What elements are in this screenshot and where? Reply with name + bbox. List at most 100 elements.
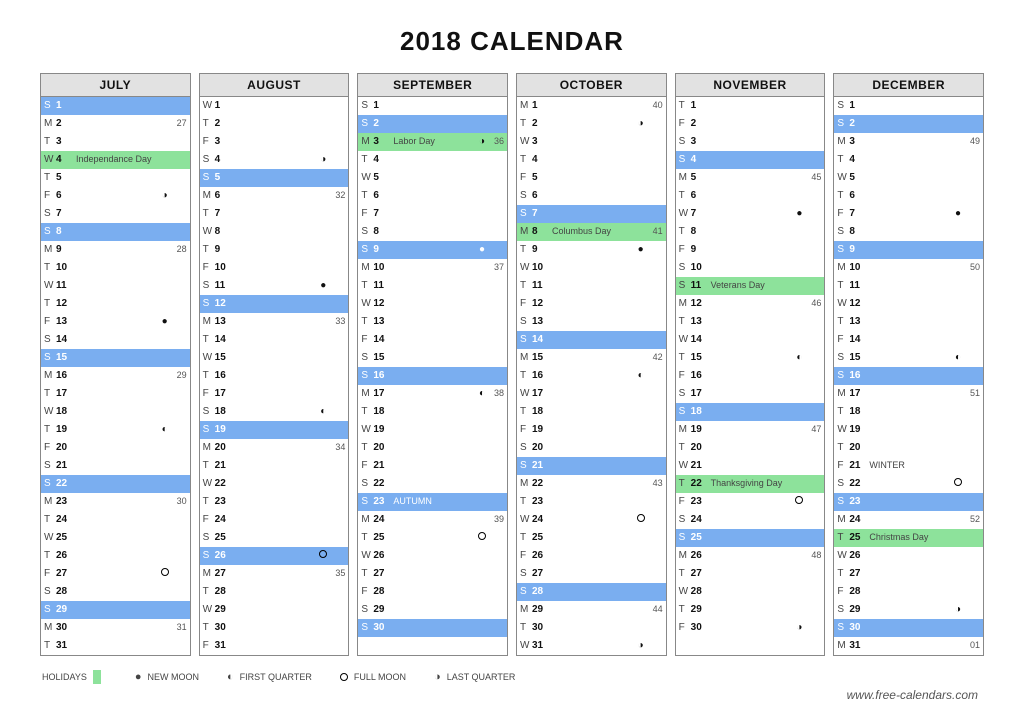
last-quarter-icon: ◑: [434, 671, 441, 683]
day-number: 30: [56, 623, 74, 633]
day-of-week: T: [44, 551, 56, 561]
day-of-week: F: [44, 191, 56, 201]
day-of-week: S: [44, 479, 56, 489]
moon-phase-icon: ◑: [952, 605, 964, 615]
day-row: T4: [517, 151, 666, 169]
week-number: 46: [805, 299, 821, 308]
day-of-week: S: [361, 245, 373, 255]
day-row: W26: [358, 547, 507, 565]
day-of-week: M: [679, 425, 691, 435]
day-of-week: S: [837, 101, 849, 111]
day-row: T4: [834, 151, 983, 169]
day-number: 7: [532, 209, 550, 219]
day-row: T4: [358, 151, 507, 169]
day-number: 18: [849, 407, 867, 417]
day-row: W10: [517, 259, 666, 277]
day-row: T3: [41, 133, 190, 151]
day-number: 30: [373, 623, 391, 633]
day-label: Independance Day: [74, 155, 159, 164]
day-of-week: M: [44, 497, 56, 507]
day-row: M1751: [834, 385, 983, 403]
day-row: S8: [834, 223, 983, 241]
day-number: 10: [691, 263, 709, 273]
day-of-week: T: [520, 155, 532, 165]
week-number: 30: [171, 497, 187, 506]
day-of-week: F: [837, 587, 849, 597]
day-of-week: T: [679, 227, 691, 237]
day-number: 8: [532, 227, 550, 237]
day-of-week: S: [837, 245, 849, 255]
day-number: 23: [691, 497, 709, 507]
day-of-week: S: [679, 281, 691, 291]
day-number: 2: [849, 119, 867, 129]
day-of-week: W: [361, 299, 373, 309]
day-row: S7: [517, 205, 666, 223]
day-of-week: S: [44, 335, 56, 345]
day-row: F26: [517, 547, 666, 565]
day-row: W29: [200, 601, 349, 619]
day-row: S26: [200, 547, 349, 565]
day-row: T27: [358, 565, 507, 583]
day-number: 11: [373, 281, 391, 291]
moon-phase-icon: ◑: [793, 623, 805, 633]
day-row: S1: [358, 97, 507, 115]
day-number: 11: [56, 281, 74, 291]
day-of-week: T: [679, 101, 691, 111]
new-moon-icon: ●: [135, 671, 142, 683]
day-number: 20: [215, 443, 233, 453]
day-row: F5: [517, 169, 666, 187]
day-label: Columbus Day: [550, 227, 635, 236]
day-of-week: S: [520, 569, 532, 579]
day-of-week: M: [44, 245, 56, 255]
day-number: 29: [373, 605, 391, 615]
day-number: 24: [691, 515, 709, 525]
day-row: W5: [358, 169, 507, 187]
day-row: S2: [358, 115, 507, 133]
day-row: F31: [200, 637, 349, 655]
day-row: S16: [358, 367, 507, 385]
day-row: T13: [834, 313, 983, 331]
day-row: S20: [517, 439, 666, 457]
day-of-week: S: [44, 101, 56, 111]
day-row: W12: [358, 295, 507, 313]
day-of-week: S: [44, 353, 56, 363]
day-of-week: W: [203, 101, 215, 111]
day-number: 20: [532, 443, 550, 453]
day-number: 14: [691, 335, 709, 345]
day-of-week: S: [361, 479, 373, 489]
day-row: S16: [834, 367, 983, 385]
day-label: Christmas Day: [867, 533, 952, 542]
day-of-week: S: [520, 443, 532, 453]
day-number: 26: [56, 551, 74, 561]
day-row: M2243: [517, 475, 666, 493]
day-number: 8: [373, 227, 391, 237]
day-number: 29: [56, 605, 74, 615]
day-number: 9: [532, 245, 550, 255]
day-row: M1050: [834, 259, 983, 277]
day-row: W4Independance Day: [41, 151, 190, 169]
day-of-week: F: [679, 497, 691, 507]
day-row: M3Labor Day◑36: [358, 133, 507, 151]
day-number: 25: [56, 533, 74, 543]
day-number: 9: [691, 245, 709, 255]
day-row: S10: [676, 259, 825, 277]
week-number: 37: [488, 263, 504, 272]
day-of-week: S: [837, 605, 849, 615]
day-of-week: T: [837, 569, 849, 579]
day-number: 17: [691, 389, 709, 399]
day-number: 5: [691, 173, 709, 183]
moon-phase-icon: ●: [159, 317, 171, 327]
day-of-week: S: [361, 119, 373, 129]
moon-phase-icon: ◑: [635, 119, 647, 129]
day-of-week: M: [203, 443, 215, 453]
day-number: 20: [56, 443, 74, 453]
day-number: 31: [849, 641, 867, 651]
day-of-week: F: [203, 515, 215, 525]
day-of-week: T: [679, 605, 691, 615]
moon-phase-icon: ◐: [476, 389, 488, 399]
day-of-week: S: [520, 461, 532, 471]
day-row: W21: [676, 457, 825, 475]
day-number: 16: [849, 371, 867, 381]
day-of-week: T: [361, 155, 373, 165]
day-of-week: W: [837, 173, 849, 183]
